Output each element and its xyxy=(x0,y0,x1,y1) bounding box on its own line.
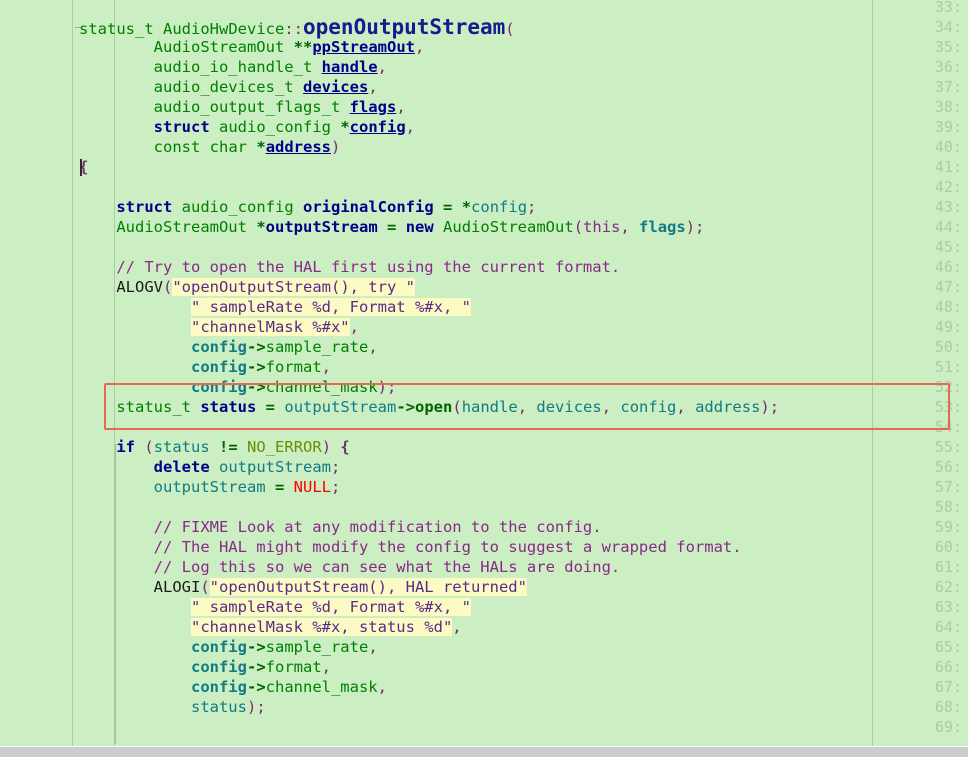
code-line-40[interactable]: const char *address) xyxy=(79,137,341,157)
text-caret xyxy=(80,159,82,176)
code-line-38[interactable]: audio_output_flags_t flags, xyxy=(79,97,406,117)
code-line-35[interactable]: AudioStreamOut **ppStreamOut, xyxy=(79,37,425,57)
code-line-53[interactable]: status_t status = outputStream->open(han… xyxy=(79,397,779,417)
code-line-50[interactable]: config->sample_rate, xyxy=(79,337,378,357)
code-line-64[interactable]: "channelMask %#x, status %d", xyxy=(79,617,462,637)
code-line-66[interactable]: config->format, xyxy=(79,657,331,677)
code-content[interactable]: status_t AudioHwDevice::openOutputStream… xyxy=(0,0,968,747)
code-line-43[interactable]: struct audio_config originalConfig = *co… xyxy=(79,197,536,217)
code-line-34[interactable]: status_t AudioHwDevice::openOutputStream… xyxy=(79,17,515,39)
code-line-36[interactable]: audio_io_handle_t handle, xyxy=(79,57,387,77)
code-line-46[interactable]: // Try to open the HAL first using the c… xyxy=(79,257,620,277)
code-line-44[interactable]: AudioStreamOut *outputStream = new Audio… xyxy=(79,217,704,237)
code-line-37[interactable]: audio_devices_t devices, xyxy=(79,77,378,97)
code-line-57[interactable]: outputStream = NULL; xyxy=(79,477,341,497)
code-line-47[interactable]: ALOGV("openOutputStream(), try " xyxy=(79,277,415,297)
code-editor[interactable]: 33: 34: 35: 36: 37: 38: 39: 40: 41: 42: 43: 44: 45: 4… xyxy=(0,0,968,747)
code-line-68[interactable]: status); xyxy=(79,697,266,717)
code-line-52[interactable]: config->channel_mask); xyxy=(79,377,396,397)
code-line-51[interactable]: config->format, xyxy=(79,357,331,377)
code-line-63[interactable]: " sampleRate %d, Format %#x, " xyxy=(79,597,471,617)
code-line-59[interactable]: // FIXME Look at any modification to the… xyxy=(79,517,602,537)
code-line-62[interactable]: ALOGI("openOutputStream(), HAL returned" xyxy=(79,577,527,597)
code-line-65[interactable]: config->sample_rate, xyxy=(79,637,378,657)
horizontal-scrollbar[interactable] xyxy=(0,747,968,757)
code-line-61[interactable]: // Log this so we can see what the HALs … xyxy=(79,557,621,577)
code-line-67[interactable]: config->channel_mask, xyxy=(79,677,387,697)
code-line-55[interactable]: if (status != NO_ERROR) { xyxy=(79,437,349,457)
code-line-39[interactable]: struct audio_config *config, xyxy=(79,117,415,137)
code-line-49[interactable]: "channelMask %#x", xyxy=(79,317,359,337)
code-line-56[interactable]: delete outputStream; xyxy=(79,457,341,477)
code-line-60[interactable]: // The HAL might modify the config to su… xyxy=(79,537,742,557)
code-line-48[interactable]: " sampleRate %d, Format %#x, " xyxy=(79,297,471,317)
